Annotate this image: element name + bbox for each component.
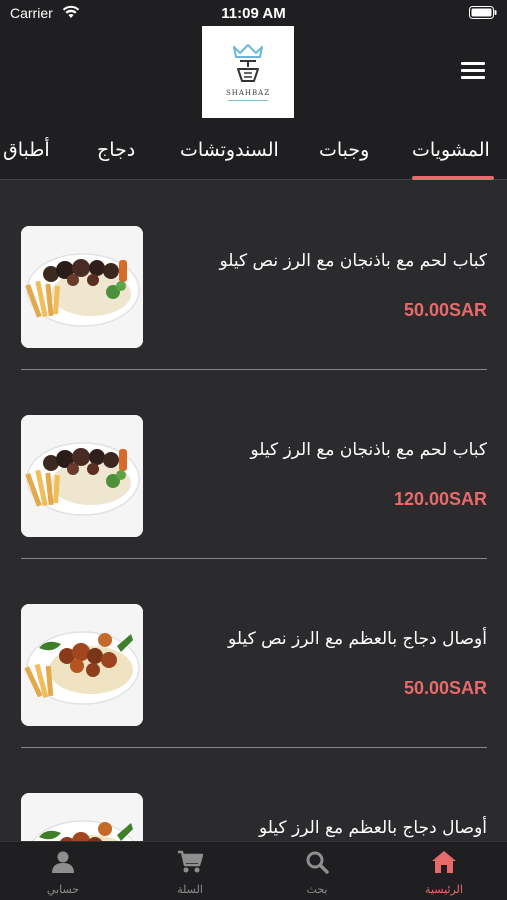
brand-logo: SHAHBAZ [202,26,294,118]
tab-sandwiches[interactable]: السندوتشات [180,139,279,161]
hamburger-icon-line [461,69,485,72]
chicken-plate-image [21,793,143,841]
kebab-plate-image [21,226,143,348]
nav-search[interactable]: بحث [254,842,380,900]
hamburger-icon-line [461,62,485,65]
tab-chicken[interactable]: دجاج [97,139,135,161]
item-title: أوصال دجاج بالعظم مع الرز نص كيلو [228,629,487,649]
menu-button[interactable] [461,62,485,82]
item-image [21,604,143,726]
menu-item[interactable]: كباب لحم مع باذنجان مع الرز نص كيلو 50.0… [0,181,507,370]
nav-home[interactable]: الرئيسية [381,842,507,900]
nav-home-label: الرئيسية [425,883,463,896]
item-title: كباب لحم مع باذنجان مع الرز كيلو [250,440,487,460]
battery-icon [469,6,497,19]
nav-search-label: بحث [306,883,328,896]
category-tab-bar: المشويات وجبات السندوتشات دجاج أطباق [0,119,507,180]
item-image [21,415,143,537]
kebab-plate-image [21,415,143,537]
item-title: كباب لحم مع باذنجان مع الرز نص كيلو [219,251,487,271]
nav-account[interactable]: حسابي [0,842,126,900]
item-image [21,793,143,841]
nav-account-label: حسابي [46,883,80,896]
home-icon [432,851,456,873]
menu-item-list[interactable]: كباب لحم مع باذنجان مع الرز نص كيلو 50.0… [0,181,507,841]
item-price: 120.00SAR [393,489,487,509]
tab-meals[interactable]: وجبات [319,139,369,161]
active-tab-indicator [412,176,494,180]
clock-label: 11:09 AM [221,5,286,22]
menu-item[interactable]: كباب لحم مع باذنجان مع الرز كيلو 120.00S… [0,370,507,559]
user-icon [52,851,74,873]
nav-cart[interactable]: السلة [127,842,253,900]
item-price: 50.00SAR [403,678,487,698]
tab-grills[interactable]: المشويات [412,139,490,161]
logo-underline [228,100,268,101]
nav-cart-label: السلة [177,883,203,896]
app-header: SHAHBAZ [0,26,507,119]
cart-icon [178,850,203,873]
crown-logo-icon [233,44,263,82]
hamburger-icon-line [461,76,485,79]
logo-text: SHAHBAZ [225,89,271,97]
bottom-tab-bar: الرئيسية بحث السلة حسابي [0,841,507,900]
item-price: 50.00SAR [403,300,487,320]
status-bar: Carrier 11:09 AM [0,0,507,26]
item-image [21,226,143,348]
menu-item[interactable]: أوصال دجاج بالعظم مع الرز كيلو [0,748,507,841]
item-title: أوصال دجاج بالعظم مع الرز كيلو [259,818,487,838]
menu-item[interactable]: أوصال دجاج بالعظم مع الرز نص كيلو 50.00S… [0,559,507,748]
search-icon [306,851,329,874]
chicken-plate-image [21,604,143,726]
tab-dishes[interactable]: أطباق [3,139,50,161]
